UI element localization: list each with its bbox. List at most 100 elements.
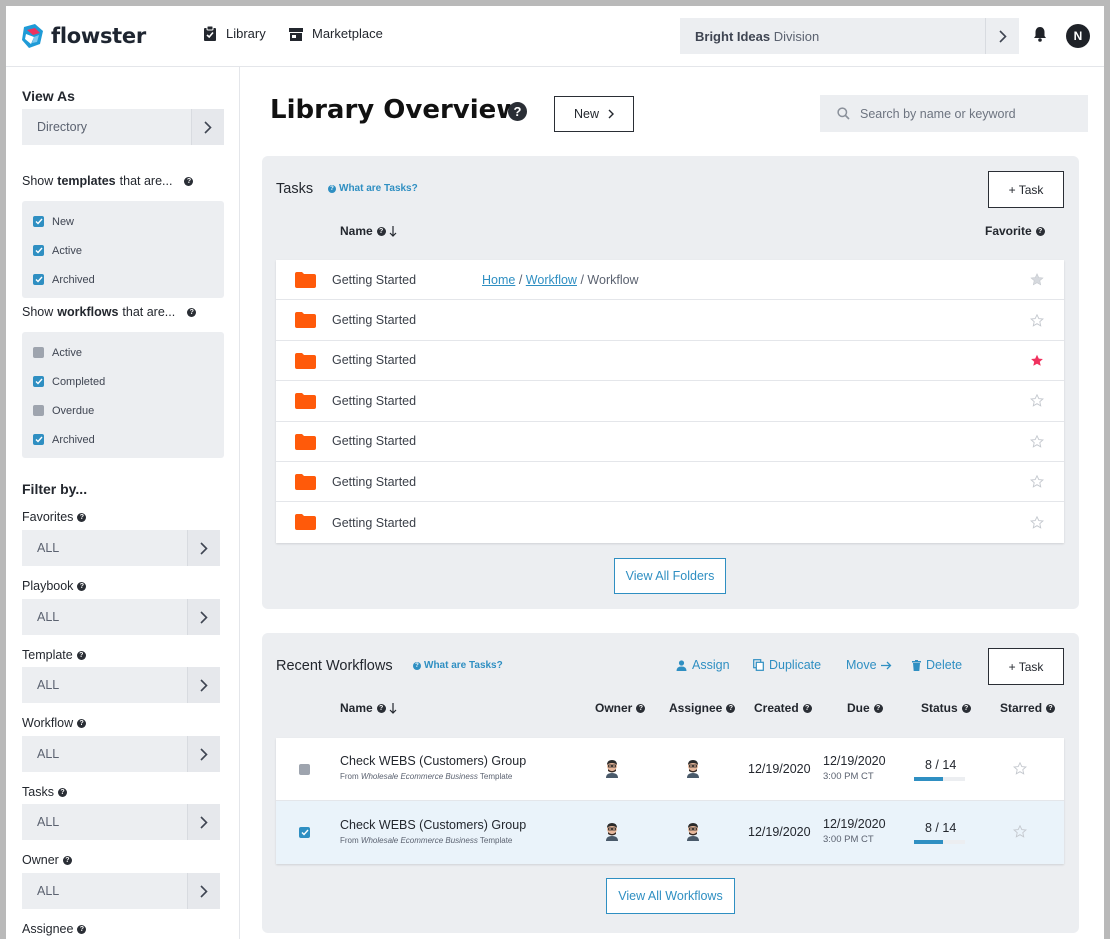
help-icon[interactable]: ? [77,512,87,522]
brand-logo[interactable]: flowster [21,23,146,49]
template-filter-active[interactable]: Active [33,236,224,265]
assign-button[interactable]: Assign [676,658,730,672]
help-icon[interactable]: ? [77,581,87,591]
view-all-folders-button[interactable]: View All Folders [614,558,726,594]
assignee-avatar[interactable] [686,823,700,841]
checkbox-checked-icon[interactable] [33,434,44,445]
checkbox-checked-icon[interactable] [33,245,44,256]
star-outline-icon[interactable] [1013,825,1027,838]
workflow-filter-archived[interactable]: Archived [33,425,224,454]
help-icon[interactable]: ? [76,650,86,660]
help-icon[interactable]: ? [77,718,87,728]
table-row[interactable]: Check WEBS (Customers) Group From Wholes… [276,801,1064,864]
checkbox-checked-icon[interactable] [33,274,44,285]
column-assignee-header[interactable]: Assignee? [669,701,736,715]
template-filter-new[interactable]: New [33,207,224,236]
checkbox-checked-icon[interactable] [33,216,44,227]
workflow-name[interactable]: Check WEBS (Customers) Group [340,754,526,768]
workflow-name[interactable]: Check WEBS (Customers) Group [340,818,526,832]
star-outline-icon[interactable] [1030,434,1044,448]
progress-bar [914,777,965,781]
view-as-select[interactable]: Directory [22,109,224,145]
list-item[interactable]: Getting Started [276,502,1064,542]
list-item[interactable]: Getting Started [276,422,1064,462]
column-created-header[interactable]: Created? [754,701,812,715]
list-item[interactable]: Getting Started [276,341,1064,382]
help-icon[interactable]: ? [376,226,386,236]
help-icon[interactable]: ? [726,703,736,713]
help-icon[interactable]: ? [1035,226,1045,236]
workflow-filter-completed[interactable]: Completed [33,367,224,396]
workflow-status-filters: Active Completed Overdue Archived [22,332,224,458]
help-icon[interactable]: ? [961,703,971,713]
help-icon[interactable]: ? [57,787,67,797]
star-outline-icon[interactable] [1030,475,1044,488]
workflow-filter-active[interactable]: Active [33,338,224,367]
delete-button[interactable]: Delete [912,658,962,672]
chevron-right-icon[interactable] [985,18,1019,54]
user-avatar[interactable]: N [1066,24,1090,48]
star-outline-icon[interactable] [1030,313,1044,327]
bell-icon[interactable] [1033,26,1047,42]
sort-down-icon[interactable] [389,702,397,714]
checkbox-unchecked-icon[interactable] [299,764,310,775]
column-name-header[interactable]: Name? [340,701,397,715]
help-icon[interactable]: ? [187,307,197,317]
assignee-avatar[interactable] [686,760,700,778]
list-item[interactable]: Getting Started [276,300,1064,341]
breadcrumb-home-link[interactable]: Home [482,273,515,287]
breadcrumb-workflow-link[interactable]: Workflow [526,273,577,287]
star-outline-icon[interactable] [1030,516,1044,529]
filter-name: Tasks [22,785,54,799]
list-item[interactable]: Getting Started Home / Workflow / Workfl… [276,260,1064,301]
add-task-button[interactable]: + Task [988,171,1064,208]
star-outline-icon[interactable] [1013,762,1027,775]
checkbox-unchecked-icon[interactable] [33,347,44,358]
filter-favorites-select[interactable]: ALL [22,530,220,566]
column-starred-header[interactable]: Starred? [1000,701,1056,715]
search-input[interactable]: Search by name or keyword [820,95,1088,132]
filter-tasks-select[interactable]: ALL [22,804,220,840]
column-name-header[interactable]: Name? [340,224,397,238]
nav-library[interactable]: Library [203,26,266,41]
help-icon[interactable]: ? [508,102,527,121]
star-outline-icon[interactable] [1030,273,1044,286]
nav-marketplace[interactable]: Marketplace [289,26,383,41]
filter-template-select[interactable]: ALL [22,667,220,703]
column-status-header[interactable]: Status? [921,701,971,715]
help-icon[interactable]: ? [873,703,883,713]
list-item[interactable]: Getting Started [276,462,1064,503]
table-row[interactable]: Check WEBS (Customers) Group From Wholes… [276,738,1064,801]
owner-avatar[interactable] [605,760,619,778]
what-are-tasks-link[interactable]: ? What are Tasks? [328,183,418,194]
view-all-workflows-button[interactable]: View All Workflows [606,878,735,914]
division-selector[interactable]: Bright Ideas Division [680,18,1019,54]
filter-playbook-select[interactable]: ALL [22,599,220,635]
list-item[interactable]: Getting Started [276,381,1064,422]
template-filter-archived[interactable]: Archived [33,265,224,294]
add-task-button[interactable]: + Task [988,648,1064,685]
new-button[interactable]: New [554,96,634,132]
star-outline-icon[interactable] [1030,394,1044,408]
checkbox-checked-icon[interactable] [33,376,44,387]
filter-owner-select[interactable]: ALL [22,873,220,909]
workflow-filter-overdue[interactable]: Overdue [33,396,224,425]
duplicate-button[interactable]: Duplicate [753,658,821,672]
checkbox-unchecked-icon[interactable] [33,405,44,416]
help-icon[interactable]: ? [636,703,646,713]
sort-down-icon[interactable] [389,225,397,237]
help-icon[interactable]: ? [77,924,87,934]
help-icon[interactable]: ? [1046,703,1056,713]
help-icon[interactable]: ? [184,176,194,186]
move-button[interactable]: Move [846,658,892,672]
owner-avatar[interactable] [605,823,619,841]
help-icon[interactable]: ? [376,703,386,713]
what-are-tasks-link[interactable]: ? What are Tasks? [413,660,503,671]
column-due-header[interactable]: Due? [847,701,883,715]
filter-workflow-select[interactable]: ALL [22,736,220,772]
help-icon[interactable]: ? [62,855,72,865]
checkbox-checked-icon[interactable] [299,827,310,838]
help-icon[interactable]: ? [802,703,812,713]
star-filled-icon[interactable] [1030,354,1044,367]
column-owner-header[interactable]: Owner? [595,701,646,715]
